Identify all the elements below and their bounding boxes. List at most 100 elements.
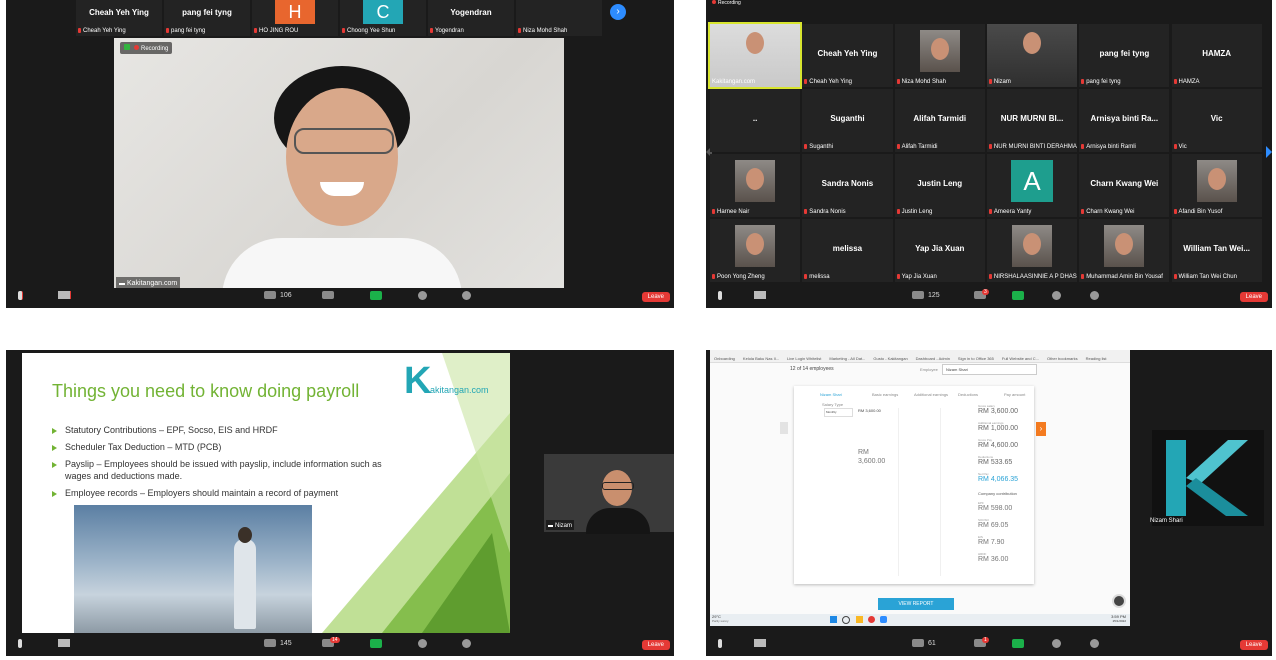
record-icon[interactable]	[418, 639, 432, 649]
bookmark-item[interactable]: Kelola Baku Nas Il...	[743, 353, 779, 362]
chrome-icon[interactable]	[868, 616, 875, 623]
muted-mic-icon	[430, 27, 433, 33]
share-screen-icon[interactable]	[1012, 291, 1026, 301]
view-report-button[interactable]: VIEW REPORT	[878, 598, 954, 610]
participant-tile[interactable]: Afandi Bin Yusof	[1171, 154, 1262, 217]
record-icon[interactable]	[1052, 291, 1066, 301]
recording-indicator: Recording	[712, 0, 741, 6]
payroll-tab[interactable]: Basic earnings	[872, 392, 898, 397]
participant-tile[interactable]: Suganthi Suganthi	[802, 89, 893, 152]
participants-count: 61	[928, 640, 936, 647]
start-icon[interactable]	[830, 616, 837, 623]
participant-tile[interactable]: Charn Kwang Wei Charn Kwang Wei	[1079, 154, 1170, 217]
next-employee-button[interactable]: ›	[1036, 422, 1046, 436]
payroll-tab[interactable]: Pay amount	[1004, 392, 1025, 397]
bookmark-item[interactable]: Other bookmarks	[1047, 353, 1078, 362]
participants-icon[interactable]	[912, 291, 926, 301]
participant-tile[interactable]: Harnee Nair	[710, 154, 801, 217]
participant-tile[interactable]: NIRSHALAASINNIE A P DHAS...	[986, 219, 1078, 282]
payroll-tab[interactable]: Deductions	[958, 392, 978, 397]
participant-tile[interactable]: Vic Vic	[1171, 89, 1262, 152]
feedback-icon[interactable]	[1112, 594, 1126, 608]
employee-select[interactable]: Nizam Shari	[942, 364, 1037, 375]
payroll-tab[interactable]: Nizam Shari	[820, 392, 842, 397]
file-explorer-icon[interactable]	[856, 616, 863, 623]
participant-tile[interactable]: A Ameera Yanty	[986, 154, 1078, 217]
meeting-toolbar: 145 14 Leave	[6, 636, 674, 656]
mute-mic-icon[interactable]	[14, 291, 28, 301]
participant-tile[interactable]: Yogendran Yogendran	[428, 0, 514, 36]
leave-button[interactable]: Leave	[1239, 292, 1268, 302]
bookmark-item[interactable]: Dashboard - Admin	[916, 353, 950, 362]
bookmark-item[interactable]: Reading list	[1086, 353, 1107, 362]
mute-mic-icon[interactable]	[14, 639, 28, 649]
next-page-button[interactable]	[1266, 146, 1272, 158]
participant-tile[interactable]: Cheah Yeh Ying Cheah Yeh Ying	[802, 24, 893, 87]
stop-video-icon[interactable]	[754, 291, 768, 301]
muted-mic-icon	[254, 27, 257, 33]
share-screen-icon[interactable]	[370, 291, 384, 301]
muted-mic-icon	[896, 143, 900, 149]
photo-person-head	[238, 527, 252, 543]
share-screen-icon[interactable]	[370, 639, 384, 649]
stop-video-icon[interactable]	[58, 639, 72, 649]
chat-icon[interactable]	[322, 291, 336, 301]
bookmark-item[interactable]: Sign in to Office 365	[958, 353, 994, 362]
leave-button[interactable]: Leave	[1239, 640, 1268, 650]
reactions-icon[interactable]	[1090, 639, 1104, 649]
participants-icon[interactable]	[912, 639, 926, 649]
participants-icon[interactable]	[264, 291, 278, 301]
zoom-app-icon[interactable]	[880, 616, 887, 623]
muted-mic-icon	[712, 273, 715, 279]
mute-mic-icon[interactable]	[714, 291, 728, 301]
stop-video-icon[interactable]	[58, 291, 72, 301]
bookmark-item[interactable]: Live Login Whitelist	[787, 353, 821, 362]
participant-tile[interactable]: Alifah Tarmidi Alifah Tarmidi	[894, 89, 985, 152]
prev-employee-button[interactable]	[780, 422, 788, 434]
salary-type-select[interactable]: Monthly	[824, 408, 853, 417]
participant-head	[1115, 233, 1134, 255]
participant-tile[interactable]: Yap Jia Xuan Yap Jia Xuan	[894, 219, 985, 282]
participant-tile[interactable]: HAMZA HAMZA	[1171, 24, 1262, 87]
participant-tile[interactable]: NUR MURNI BI... NUR MURNI BINTI DERAHMAN	[986, 89, 1078, 152]
participant-tile[interactable]: Sandra Nonis Sandra Nonis	[802, 154, 893, 217]
participant-tile[interactable]: Justin Leng Justin Leng	[894, 154, 985, 217]
leave-button[interactable]: Leave	[641, 292, 670, 302]
bookmark-item[interactable]: Gusto - Kakitangan	[873, 353, 907, 362]
bookmark-item[interactable]: Onboarding	[714, 353, 735, 362]
participant-tile[interactable]: Muhammad Amin Bin Yousaf	[1079, 219, 1170, 282]
bookmark-item[interactable]: Marketing - All Dat...	[829, 353, 865, 362]
reactions-icon[interactable]	[462, 291, 476, 301]
stop-video-icon[interactable]	[754, 639, 768, 649]
next-participants-button[interactable]: ›	[610, 4, 626, 20]
participant-tile[interactable]: pang fei tyng pang fei tyng	[1079, 24, 1170, 87]
participant-tile[interactable]: Niza Mohd Shah	[516, 0, 602, 36]
bookmark-item[interactable]: Full Website and C...	[1002, 353, 1039, 362]
mute-mic-icon[interactable]	[714, 639, 728, 649]
payroll-tab[interactable]: Additional earnings	[914, 392, 948, 397]
participant-tile[interactable]: melissa melissa	[802, 219, 893, 282]
participant-tile[interactable]: H HO JING ROU	[252, 0, 338, 36]
participant-tile[interactable]: William Tan Wei... William Tan Wei Chun	[1171, 219, 1262, 282]
muted-mic-icon	[1173, 78, 1177, 84]
share-screen-icon[interactable]	[1012, 639, 1026, 649]
participant-name: William Tan Wei...	[1183, 244, 1251, 254]
kakitangan-logo-mark	[1166, 440, 1248, 516]
participant-tile[interactable]: ..	[710, 89, 801, 152]
participant-tile[interactable]: Niza Mohd Shah	[894, 24, 985, 87]
participant-tile[interactable]: Poon Yong Zheng	[710, 219, 801, 282]
muted-mic-icon	[896, 273, 900, 279]
participants-icon[interactable]	[264, 639, 278, 649]
participant-tile[interactable]: C Choong Yee Shun	[340, 0, 426, 36]
participant-tile[interactable]: Arnisya binti Ra... Arnisya binti Ramli	[1079, 89, 1170, 152]
participant-tile[interactable]: Kakitangan.com	[707, 22, 803, 89]
search-icon[interactable]	[842, 616, 850, 624]
record-icon[interactable]	[418, 291, 432, 301]
participant-tile[interactable]: Nizam	[986, 24, 1078, 87]
record-icon[interactable]	[1052, 639, 1066, 649]
leave-button[interactable]: Leave	[641, 640, 670, 650]
participant-tile[interactable]: Cheah Yeh Ying Cheah Yeh Ying	[76, 0, 162, 36]
reactions-icon[interactable]	[1090, 291, 1104, 301]
participant-tile[interactable]: pang fei tyng pang fei tyng	[164, 0, 250, 36]
reactions-icon[interactable]	[462, 639, 476, 649]
